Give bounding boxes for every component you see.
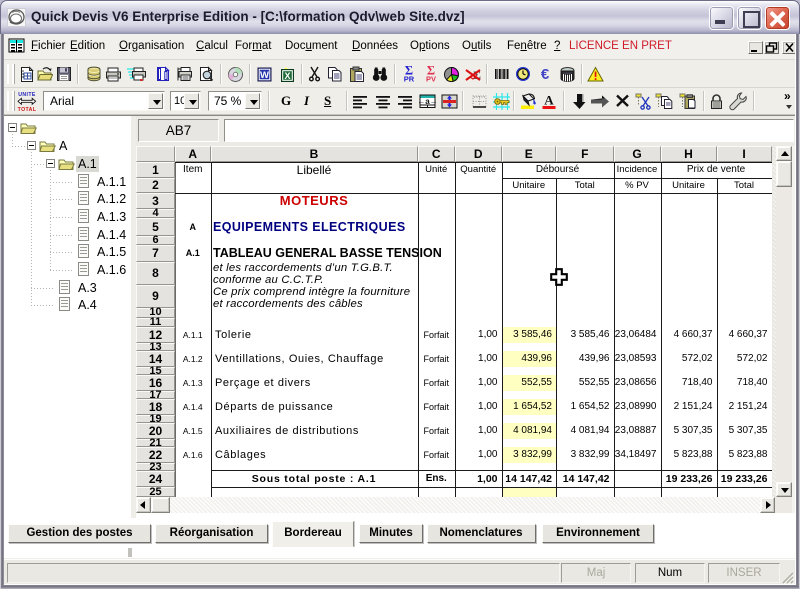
svg-text:UNITE: UNITE (18, 92, 36, 98)
svg-text:€: € (541, 66, 550, 83)
svg-text:PR: PR (404, 75, 415, 84)
svg-text:TOTAL: TOTAL (18, 107, 37, 112)
svg-text:←a→: ←a→ (419, 97, 436, 106)
svg-text:PV: PV (426, 75, 436, 84)
svg-text:W: W (260, 70, 269, 81)
svg-text:X: X (284, 71, 290, 81)
svg-text:A: A (544, 93, 554, 108)
